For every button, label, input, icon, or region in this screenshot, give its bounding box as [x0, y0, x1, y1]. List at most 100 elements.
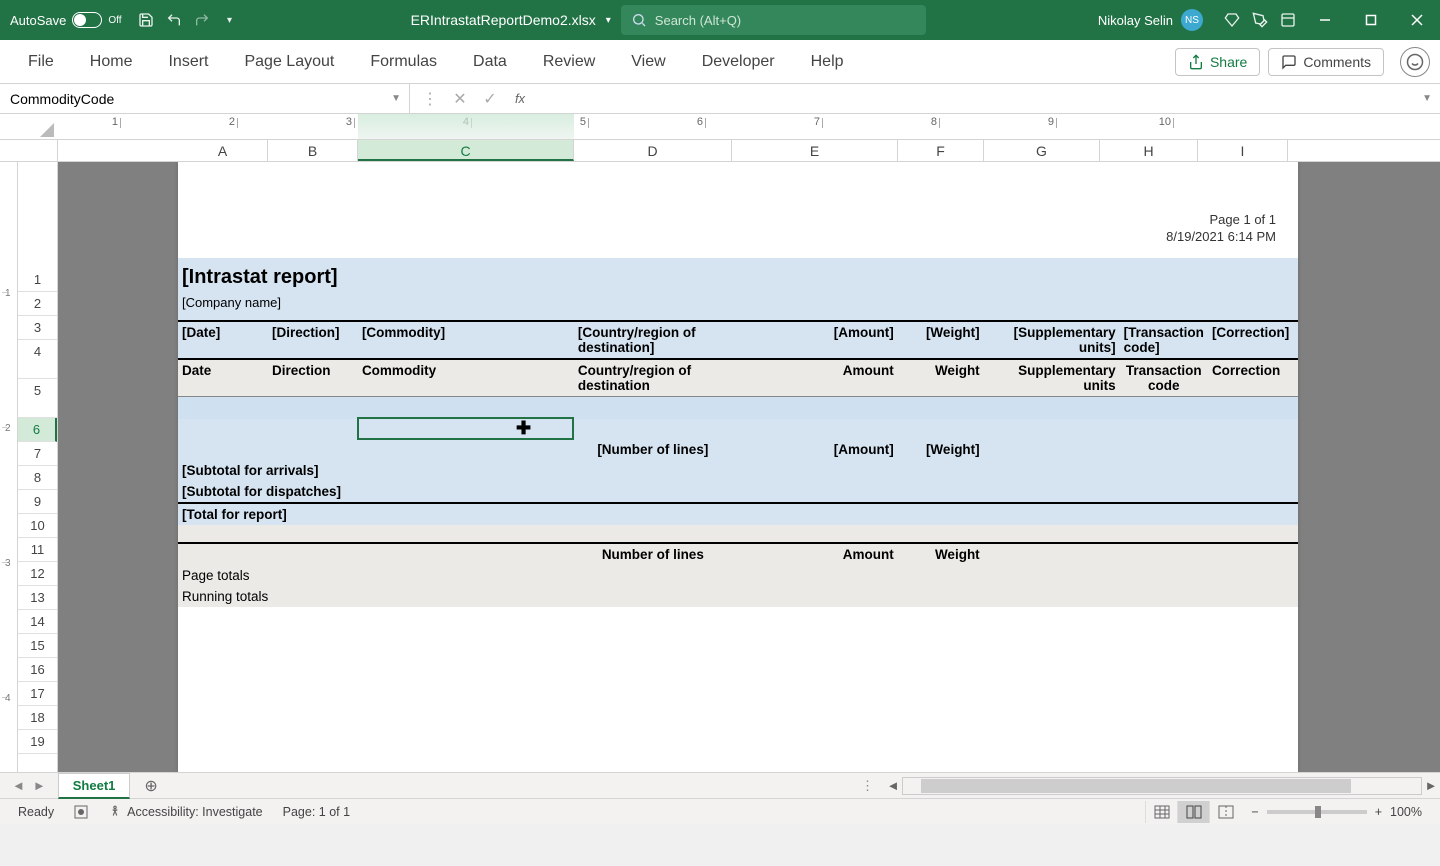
tab-file[interactable]: File: [10, 43, 72, 81]
column-headers: ABCDEFGHI: [0, 140, 1440, 162]
tab-insert[interactable]: Insert: [150, 43, 226, 81]
formula-expand-icon[interactable]: ▼: [1414, 93, 1440, 104]
column-header-d[interactable]: D: [574, 140, 732, 161]
zoom-in-icon[interactable]: +: [1375, 805, 1382, 819]
search-box[interactable]: Search (Alt+Q): [621, 5, 926, 35]
formula-input[interactable]: [540, 84, 1414, 113]
diamond-icon[interactable]: [1218, 6, 1246, 34]
split-handle-icon[interactable]: ⋮: [853, 778, 884, 794]
row-header-6[interactable]: 6: [18, 418, 57, 442]
filename-dropdown-icon[interactable]: ▾: [606, 15, 621, 26]
vruler-mark: 1: [2, 292, 7, 293]
row-header-10[interactable]: 10: [18, 514, 57, 538]
worksheet-grid[interactable]: 1234 12345678910111213141516171819 Page …: [0, 162, 1440, 772]
view-normal-icon[interactable]: [1145, 801, 1177, 823]
feedback-icon[interactable]: [1400, 47, 1430, 77]
footer-weight: Weight: [898, 543, 984, 565]
column-header-g[interactable]: G: [984, 140, 1100, 161]
column-header-f[interactable]: F: [898, 140, 984, 161]
view-page-layout-icon[interactable]: [1177, 801, 1209, 823]
nav-prev-icon[interactable]: ◄: [12, 778, 25, 793]
view-page-break-icon[interactable]: [1209, 801, 1241, 823]
add-sheet-icon[interactable]: ⊕: [130, 776, 171, 796]
qat-dropdown-icon[interactable]: ▾: [216, 6, 244, 34]
comments-button[interactable]: Comments: [1268, 48, 1384, 76]
tab-developer[interactable]: Developer: [684, 43, 793, 81]
row-header-7[interactable]: 7: [18, 442, 57, 466]
cancel-icon[interactable]: ✕: [448, 89, 472, 109]
undo-icon[interactable]: [160, 6, 188, 34]
search-placeholder: Search (Alt+Q): [655, 13, 741, 28]
summary-lines-template: [Number of lines]: [574, 439, 732, 460]
hscroll-thumb[interactable]: [921, 779, 1351, 793]
row-header-12[interactable]: 12: [18, 562, 57, 586]
row-header-19[interactable]: 19: [18, 730, 57, 754]
th-supunits-template: [Supplementary units]: [984, 321, 1120, 359]
macro-record-icon[interactable]: [64, 805, 98, 819]
maximize-button[interactable]: [1348, 0, 1394, 40]
zoom-level[interactable]: 100%: [1390, 805, 1422, 819]
row-header-2[interactable]: 2: [18, 292, 57, 316]
zoom-out-icon[interactable]: −: [1251, 805, 1258, 819]
sheet-nav[interactable]: ◄►: [0, 778, 58, 793]
row-header-5[interactable]: 5: [18, 379, 57, 418]
column-header-h[interactable]: H: [1100, 140, 1198, 161]
ruler-mark: 3: [354, 118, 355, 128]
tab-review[interactable]: Review: [525, 43, 613, 81]
running-totals: Running totals: [178, 586, 1298, 607]
tab-view[interactable]: View: [613, 43, 683, 81]
row-header-8[interactable]: 8: [18, 466, 57, 490]
user-avatar: NS: [1181, 9, 1203, 31]
horizontal-ruler: 12345678910: [0, 114, 1440, 140]
minimize-button[interactable]: [1302, 0, 1348, 40]
redo-icon[interactable]: [188, 6, 216, 34]
name-box-dropdown-icon[interactable]: ▼: [391, 93, 401, 104]
row-header-11[interactable]: 11: [18, 538, 57, 562]
row-header-13[interactable]: 13: [18, 586, 57, 610]
row-header-18[interactable]: 18: [18, 706, 57, 730]
name-box[interactable]: CommodityCode ▼: [0, 84, 410, 113]
column-header-i[interactable]: I: [1198, 140, 1288, 161]
row-header-9[interactable]: 9: [18, 490, 57, 514]
row-header-3[interactable]: 3: [18, 316, 57, 340]
row-gap: [18, 162, 57, 268]
tab-formulas[interactable]: Formulas: [352, 43, 455, 81]
tab-home[interactable]: Home: [72, 43, 151, 81]
share-button[interactable]: Share: [1175, 48, 1260, 76]
select-all-corner[interactable]: [0, 140, 58, 161]
fx-icon[interactable]: fx: [508, 91, 532, 106]
row-header-14[interactable]: 14: [18, 610, 57, 634]
nav-next-icon[interactable]: ►: [33, 778, 46, 793]
formula-bar: CommodityCode ▼ ⋮ ✕ ✓ fx ▼: [0, 84, 1440, 114]
user-account[interactable]: Nikolay Selin NS: [1083, 9, 1218, 31]
autosave-toggle[interactable]: AutoSave Off: [0, 12, 132, 28]
zoom-thumb[interactable]: [1315, 806, 1321, 818]
filename: ERIntrastatReportDemo2.xlsx: [401, 12, 606, 28]
ribbon-display-icon[interactable]: [1274, 6, 1302, 34]
column-header-c[interactable]: C: [358, 140, 574, 161]
hscroll-right-icon[interactable]: ►: [1422, 778, 1440, 793]
footer-lines: Number of lines: [574, 543, 732, 565]
sheet-tab-sheet1[interactable]: Sheet1: [58, 773, 131, 799]
column-header-b[interactable]: B: [268, 140, 358, 161]
row-header-4[interactable]: 4: [18, 340, 57, 379]
column-header-e[interactable]: E: [732, 140, 898, 161]
tab-page-layout[interactable]: Page Layout: [226, 43, 352, 81]
formula-bar-buttons: ⋮ ✕ ✓ fx: [410, 89, 540, 109]
save-icon[interactable]: [132, 6, 160, 34]
hscroll-left-icon[interactable]: ◄: [884, 778, 902, 793]
accessibility-status[interactable]: Accessibility: Investigate: [98, 805, 272, 819]
row-header-1[interactable]: 1: [18, 268, 57, 292]
row-header-16[interactable]: 16: [18, 658, 57, 682]
tab-help[interactable]: Help: [793, 43, 862, 81]
horizontal-scrollbar[interactable]: [902, 777, 1422, 795]
enter-icon[interactable]: ✓: [478, 89, 502, 109]
col-gap: [58, 140, 178, 161]
column-header-a[interactable]: A: [178, 140, 268, 161]
tab-data[interactable]: Data: [455, 43, 525, 81]
row-header-15[interactable]: 15: [18, 634, 57, 658]
pen-icon[interactable]: [1246, 6, 1274, 34]
zoom-slider[interactable]: [1267, 810, 1367, 814]
close-button[interactable]: [1394, 0, 1440, 40]
row-header-17[interactable]: 17: [18, 682, 57, 706]
